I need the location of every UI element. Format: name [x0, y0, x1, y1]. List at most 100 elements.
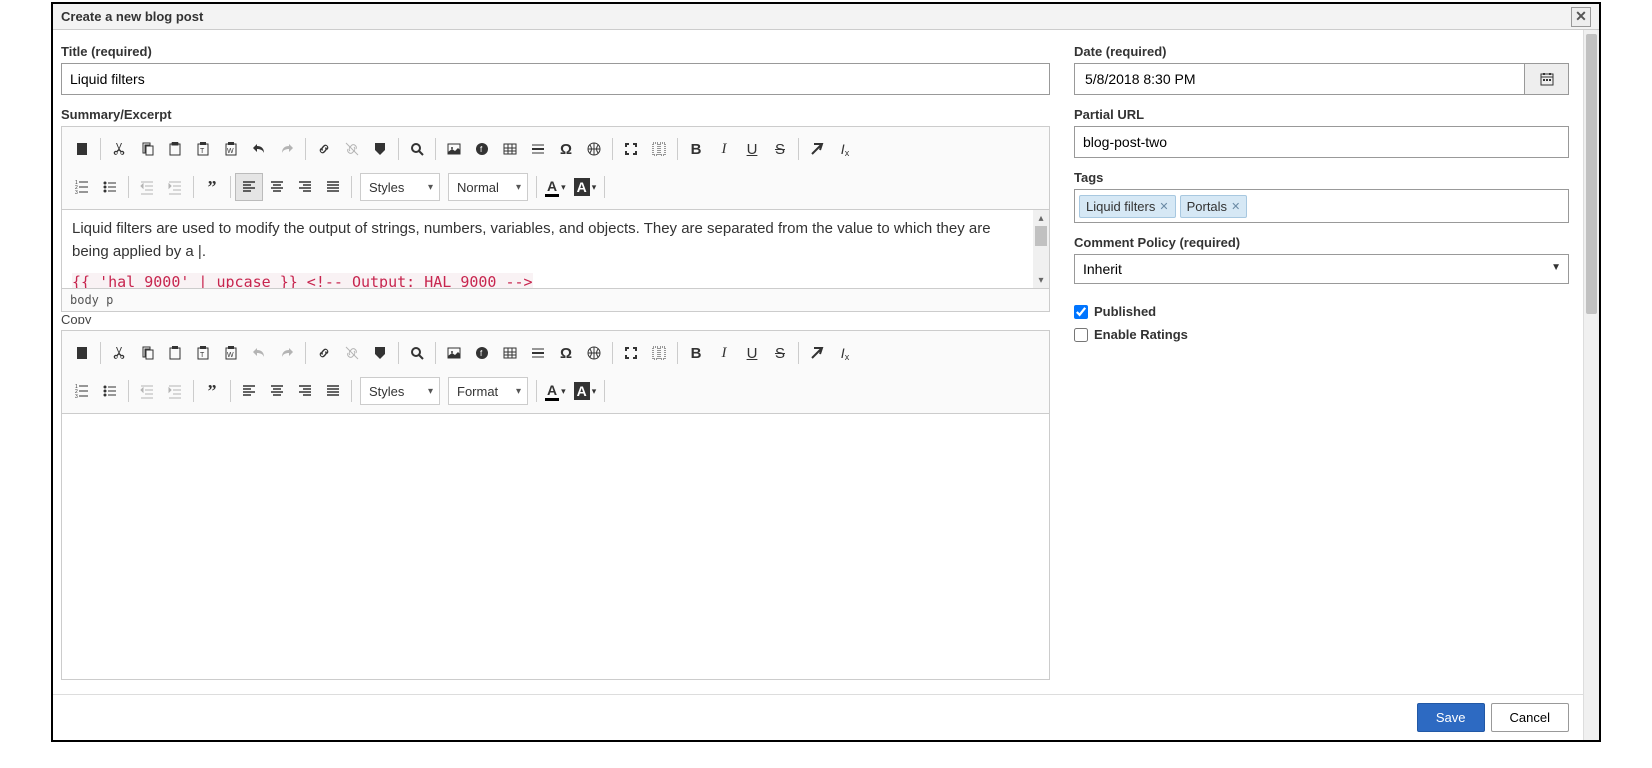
indent-button[interactable]: [161, 377, 189, 405]
summary-scrollbar[interactable]: ▴ ▾: [1033, 210, 1049, 288]
strike-button[interactable]: S: [766, 339, 794, 367]
bold-button[interactable]: B: [682, 339, 710, 367]
showblocks-button[interactable]: [645, 135, 673, 163]
cancel-button[interactable]: Cancel: [1491, 703, 1569, 732]
bgcolor-button[interactable]: A▾: [570, 173, 601, 201]
flash-button[interactable]: f: [468, 135, 496, 163]
outdent-button[interactable]: [133, 173, 161, 201]
italic-button[interactable]: I: [710, 339, 738, 367]
paste-text-button[interactable]: T: [189, 135, 217, 163]
iframe-button[interactable]: [580, 339, 608, 367]
maximize-button[interactable]: [617, 339, 645, 367]
image-button[interactable]: [440, 339, 468, 367]
removeformat-button[interactable]: [803, 135, 831, 163]
tags-input[interactable]: Liquid filters ✕ Portals ✕: [1074, 189, 1569, 223]
close-button[interactable]: ✕: [1571, 7, 1591, 27]
cut-button[interactable]: [105, 339, 133, 367]
removeformat-button[interactable]: [803, 339, 831, 367]
maximize-button[interactable]: [617, 135, 645, 163]
blockquote-button[interactable]: ”: [198, 377, 226, 405]
underline-button[interactable]: U: [738, 339, 766, 367]
align-justify-button[interactable]: [319, 173, 347, 201]
undo-button[interactable]: [245, 135, 273, 163]
table-button[interactable]: [496, 135, 524, 163]
image-button[interactable]: [440, 135, 468, 163]
format-select[interactable]: Format: [448, 377, 528, 405]
iframe-button[interactable]: [580, 135, 608, 163]
numberedlist-button[interactable]: 123: [68, 173, 96, 201]
italic-button[interactable]: I: [710, 135, 738, 163]
align-left-button[interactable]: [235, 377, 263, 405]
copy-editor-body[interactable]: [62, 414, 1049, 679]
redo-button[interactable]: [273, 135, 301, 163]
blockquote-button[interactable]: ”: [198, 173, 226, 201]
unlink-button[interactable]: [338, 339, 366, 367]
textcolor-button[interactable]: A▾: [541, 173, 570, 201]
tag-remove-icon[interactable]: ✕: [1159, 200, 1168, 213]
partial-url-input[interactable]: [1074, 126, 1569, 158]
source-button[interactable]: [68, 339, 96, 367]
cut-button[interactable]: [105, 135, 133, 163]
strike-button[interactable]: S: [766, 135, 794, 163]
find-button[interactable]: [403, 135, 431, 163]
copy-button[interactable]: [133, 339, 161, 367]
bulletlist-button[interactable]: [96, 377, 124, 405]
outdent-button[interactable]: [133, 377, 161, 405]
unlink-button[interactable]: [338, 135, 366, 163]
date-picker-button[interactable]: [1525, 63, 1569, 95]
date-input[interactable]: [1074, 63, 1525, 95]
clearformat-button[interactable]: Ix: [831, 339, 859, 367]
page-scrollbar[interactable]: [1583, 30, 1599, 740]
underline-button[interactable]: U: [738, 135, 766, 163]
summary-element-path[interactable]: body p: [62, 288, 1049, 311]
align-center-button[interactable]: [263, 173, 291, 201]
specialchar-button[interactable]: Ω: [552, 339, 580, 367]
bulletlist-button[interactable]: [96, 173, 124, 201]
table-button[interactable]: [496, 339, 524, 367]
styles-select[interactable]: Styles: [360, 173, 440, 201]
paste-word-button[interactable]: W: [217, 135, 245, 163]
link-button[interactable]: [310, 135, 338, 163]
tag-remove-icon[interactable]: ✕: [1231, 200, 1240, 213]
left-column: Title (required) Summary/Excerpt T: [61, 44, 1050, 680]
title-input[interactable]: [61, 63, 1050, 95]
undo-button[interactable]: [245, 339, 273, 367]
paste-text-button[interactable]: T: [189, 339, 217, 367]
published-checkbox[interactable]: [1074, 305, 1088, 319]
showblocks-button[interactable]: [645, 339, 673, 367]
specialchar-button[interactable]: Ω: [552, 135, 580, 163]
source-button[interactable]: [68, 135, 96, 163]
anchor-button[interactable]: [366, 339, 394, 367]
title-label: Title (required): [61, 44, 1050, 59]
summary-editor-body[interactable]: Liquid filters are used to modify the ou…: [62, 210, 1049, 288]
link-button[interactable]: [310, 339, 338, 367]
comment-policy-select[interactable]: Inherit: [1074, 254, 1569, 284]
indent-button[interactable]: [161, 173, 189, 201]
hr-button[interactable]: [524, 135, 552, 163]
clearformat-button[interactable]: Ix: [831, 135, 859, 163]
align-center-button[interactable]: [263, 377, 291, 405]
numberedlist-button[interactable]: 123: [68, 377, 96, 405]
page-scrollbar-thumb[interactable]: [1586, 34, 1597, 314]
scroll-thumb[interactable]: [1035, 226, 1047, 246]
align-right-button[interactable]: [291, 173, 319, 201]
paste-button[interactable]: [161, 135, 189, 163]
find-button[interactable]: [403, 339, 431, 367]
bold-button[interactable]: B: [682, 135, 710, 163]
bgcolor-button[interactable]: A▾: [570, 377, 601, 405]
copy-button[interactable]: [133, 135, 161, 163]
enable-ratings-checkbox[interactable]: [1074, 328, 1088, 342]
paste-word-button[interactable]: W: [217, 339, 245, 367]
format-select[interactable]: Normal: [448, 173, 528, 201]
flash-button[interactable]: f: [468, 339, 496, 367]
textcolor-button[interactable]: A▾: [541, 377, 570, 405]
hr-button[interactable]: [524, 339, 552, 367]
paste-button[interactable]: [161, 339, 189, 367]
align-left-button[interactable]: [235, 173, 263, 201]
align-right-button[interactable]: [291, 377, 319, 405]
styles-select[interactable]: Styles: [360, 377, 440, 405]
anchor-button[interactable]: [366, 135, 394, 163]
redo-button[interactable]: [273, 339, 301, 367]
align-justify-button[interactable]: [319, 377, 347, 405]
save-button[interactable]: Save: [1417, 703, 1485, 732]
